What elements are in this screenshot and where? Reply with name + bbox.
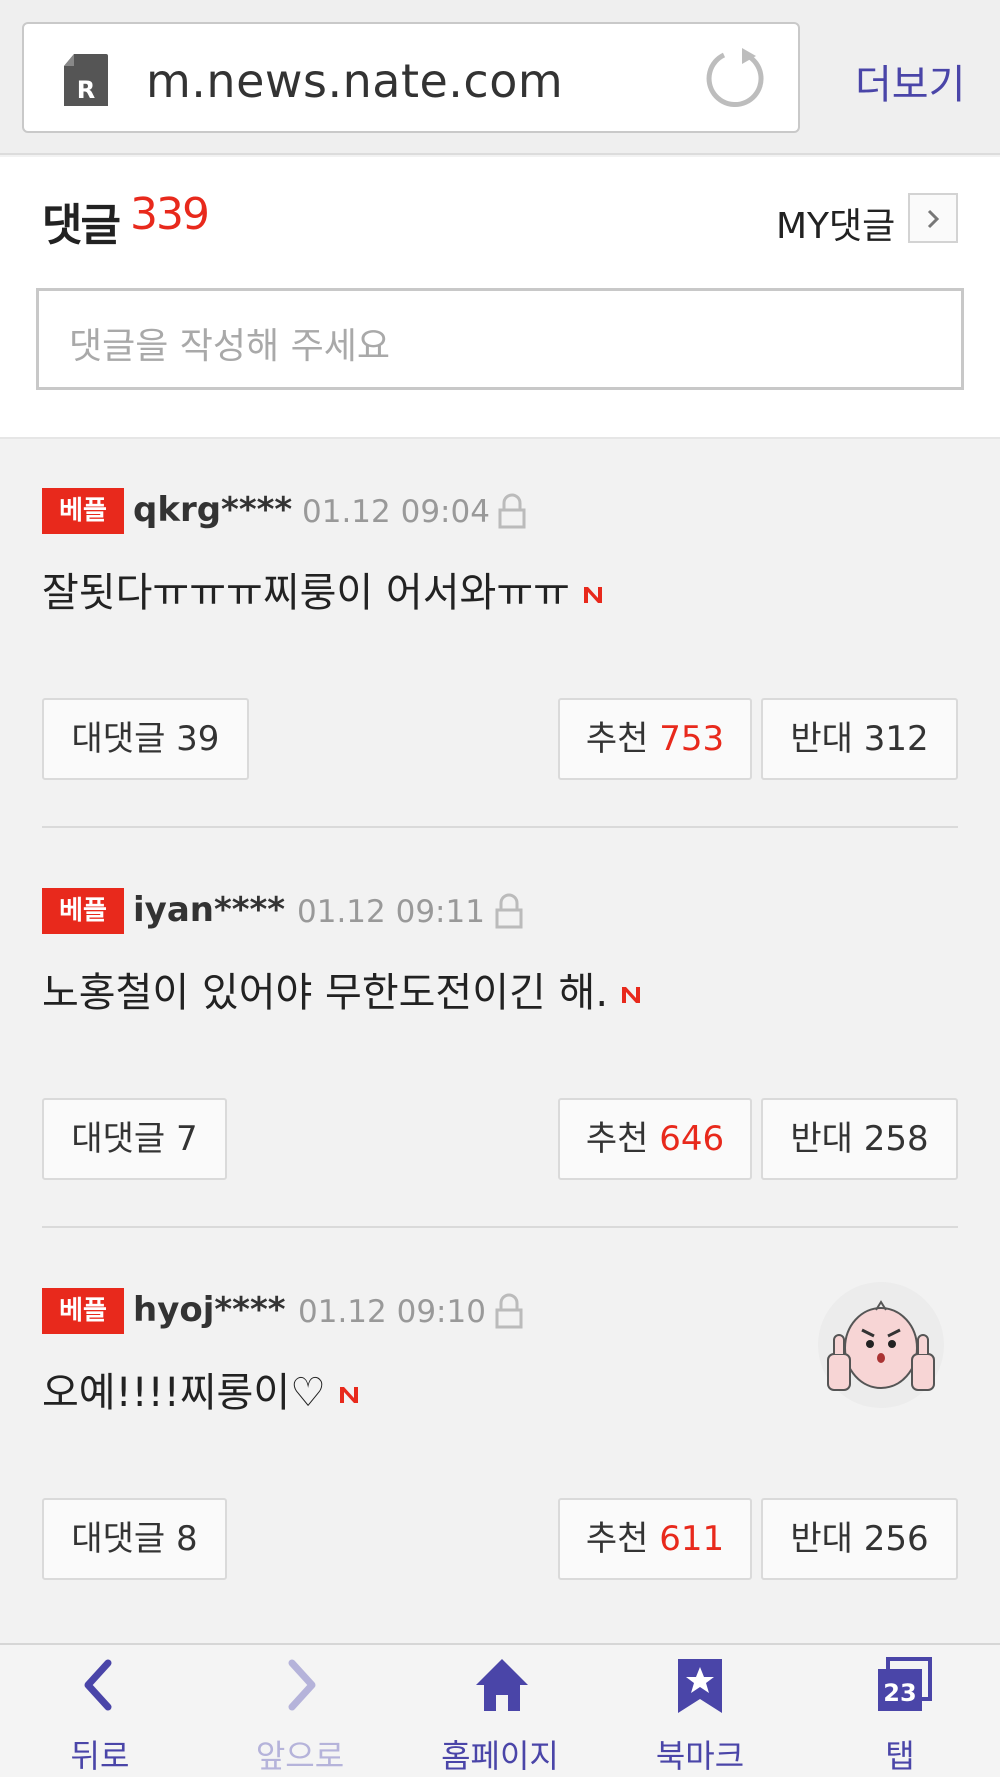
comment-date: 01.12 09:11 [297,894,485,930]
nav-back-label: 뒤로 [70,1737,130,1775]
tabs-icon: 23 [878,1657,932,1711]
comment-date: 01.12 09:04 [302,494,490,530]
comment-divider [42,1226,958,1228]
new-badge-icon [622,987,641,1003]
comments-title: 댓글 [42,200,121,251]
nav-back[interactable]: 뒤로 [0,1645,200,1777]
recommend-count: 611 [659,1519,725,1559]
forward-arrow-icon [288,1659,316,1711]
comment-divider [42,826,958,828]
recommend-button[interactable]: 추천 753 [558,698,752,780]
comments-count: 339 [130,189,210,240]
home-icon [476,1659,528,1711]
comment-text: 잘됫다ㅠㅠㅠ찌룽이 어서와ㅠㅠ [42,560,604,618]
nav-tabs-label: 탭 [885,1737,915,1775]
new-badge-icon [583,587,602,603]
oppose-button[interactable]: 반대 258 [761,1098,958,1180]
chevron-right-icon [927,209,940,229]
best-comment-badge: 베플 [42,1288,124,1334]
best-comment-badge: 베플 [42,888,124,934]
comment-author[interactable]: qkrg**** [133,490,292,530]
comment-author[interactable]: iyan**** [133,890,285,930]
comment-input[interactable]: 댓글을 작성해 주세요 [36,288,964,390]
browser-toolbar: R m.news.nate.com 더보기 [0,0,1000,155]
url-text[interactable]: m.news.nate.com [146,54,563,108]
comments-header: 댓글 339 MY댓글 댓글을 작성해 주세요 [0,157,1000,439]
nav-bookmark[interactable]: 북마크 [600,1645,800,1777]
oppose-button[interactable]: 반대 256 [761,1498,958,1580]
reply-button[interactable]: 대댓글 7 [42,1098,227,1180]
tab-count: 23 [883,1679,916,1707]
reader-mode-icon[interactable]: R [60,52,110,108]
nav-forward-label: 앞으로 [255,1737,345,1775]
bottom-navigation: 뒤로 앞으로 홈페이지 북마크 23 탭 [0,1643,1000,1777]
lock-icon [498,493,526,529]
comment-date: 01.12 09:10 [298,1294,486,1330]
comment-text: 노홍철이 있어야 무한도전이긴 해. [42,960,642,1018]
recommend-button[interactable]: 추천 611 [558,1498,752,1580]
reply-button[interactable]: 대댓글 8 [42,1498,227,1580]
oppose-button[interactable]: 반대 312 [761,698,958,780]
thumbs-up-emoticon [818,1282,944,1408]
reload-icon[interactable] [704,46,768,110]
comment-input-placeholder: 댓글을 작성해 주세요 [69,326,390,367]
recommend-count: 646 [659,1119,725,1159]
recommend-button[interactable]: 추천 646 [558,1098,752,1180]
lock-icon [495,1293,523,1329]
nav-home-label: 홈페이지 [441,1737,559,1775]
back-arrow-icon [84,1659,112,1711]
recommend-count: 753 [659,719,725,759]
reply-button[interactable]: 대댓글 39 [42,698,249,780]
comment-author[interactable]: hyoj**** [133,1290,286,1330]
nav-bookmark-label: 북마크 [655,1737,745,1775]
my-comments-label[interactable]: MY댓글 [776,197,895,249]
lock-icon [495,893,523,929]
bookmark-star-icon [678,1659,722,1713]
nav-tabs[interactable]: 23 탭 [800,1645,1000,1777]
nav-forward[interactable]: 앞으로 [200,1645,400,1777]
more-button[interactable]: 더보기 [855,52,965,110]
new-badge-icon [340,1387,358,1403]
my-comments-button[interactable] [908,193,958,243]
svg-text:R: R [77,76,95,104]
comment-text: 오예!!!!찌롱이♡ [42,1360,360,1418]
best-comment-badge: 베플 [42,488,124,534]
address-bar[interactable]: R m.news.nate.com [22,22,800,133]
nav-home[interactable]: 홈페이지 [400,1645,600,1777]
